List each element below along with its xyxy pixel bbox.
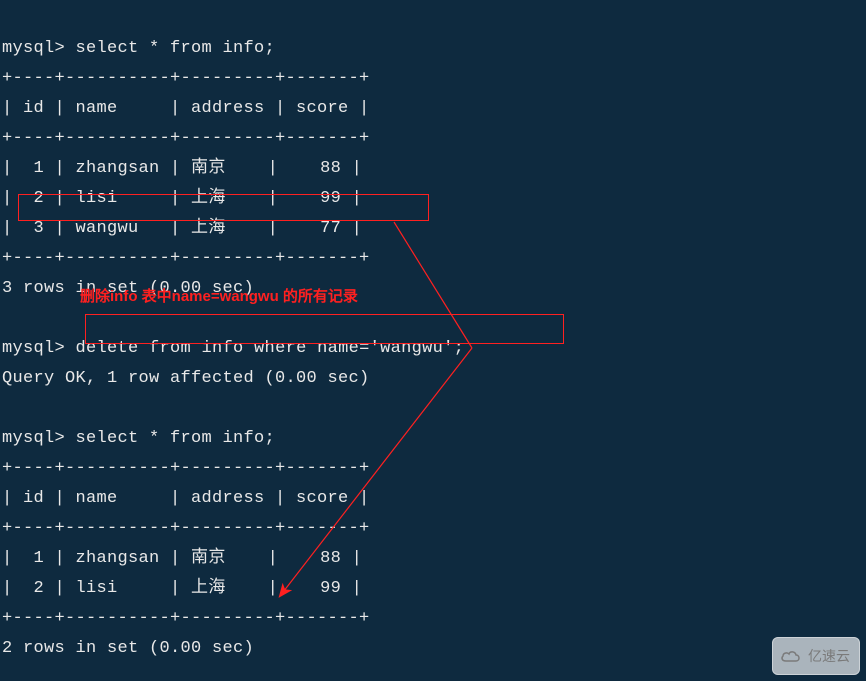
prompt: mysql> bbox=[2, 39, 65, 58]
annotation-text: 删除info 表中name=wangwu 的所有记录 bbox=[80, 282, 358, 312]
table-row: | 2 | lisi | 上海 | 99 | bbox=[2, 579, 362, 598]
result-summary: 2 rows in set (0.00 sec) bbox=[2, 639, 254, 658]
sql-query-3: select * from info; bbox=[76, 429, 276, 448]
table-border: +----+----------+---------+-------+ bbox=[2, 249, 370, 268]
table-border: +----+----------+---------+-------+ bbox=[2, 459, 370, 478]
table-row: | 1 | zhangsan | 南京 | 88 | bbox=[2, 549, 362, 568]
table-border: +----+----------+---------+-------+ bbox=[2, 69, 370, 88]
table-border: +----+----------+---------+-------+ bbox=[2, 609, 370, 628]
highlight-box-wangwu-row bbox=[18, 194, 429, 221]
table-border: +----+----------+---------+-------+ bbox=[2, 129, 370, 148]
table-border: +----+----------+---------+-------+ bbox=[2, 519, 370, 538]
watermark-text: 亿速云 bbox=[808, 641, 850, 671]
highlight-box-delete-query bbox=[85, 314, 564, 344]
prompt: mysql> bbox=[2, 429, 65, 448]
table-header: | id | name | address | score | bbox=[2, 489, 370, 508]
watermark: 亿速云 bbox=[772, 637, 860, 675]
table-row: | 1 | zhangsan | 南京 | 88 | bbox=[2, 159, 362, 178]
prompt: mysql> bbox=[2, 339, 65, 358]
affected-rows: Query OK, 1 row affected (0.00 sec) bbox=[2, 369, 370, 388]
table-header: | id | name | address | score | bbox=[2, 99, 370, 118]
table-row: | 3 | wangwu | 上海 | 77 | bbox=[2, 219, 362, 238]
sql-query-1: select * from info; bbox=[76, 39, 276, 58]
cloud-icon bbox=[780, 649, 802, 663]
